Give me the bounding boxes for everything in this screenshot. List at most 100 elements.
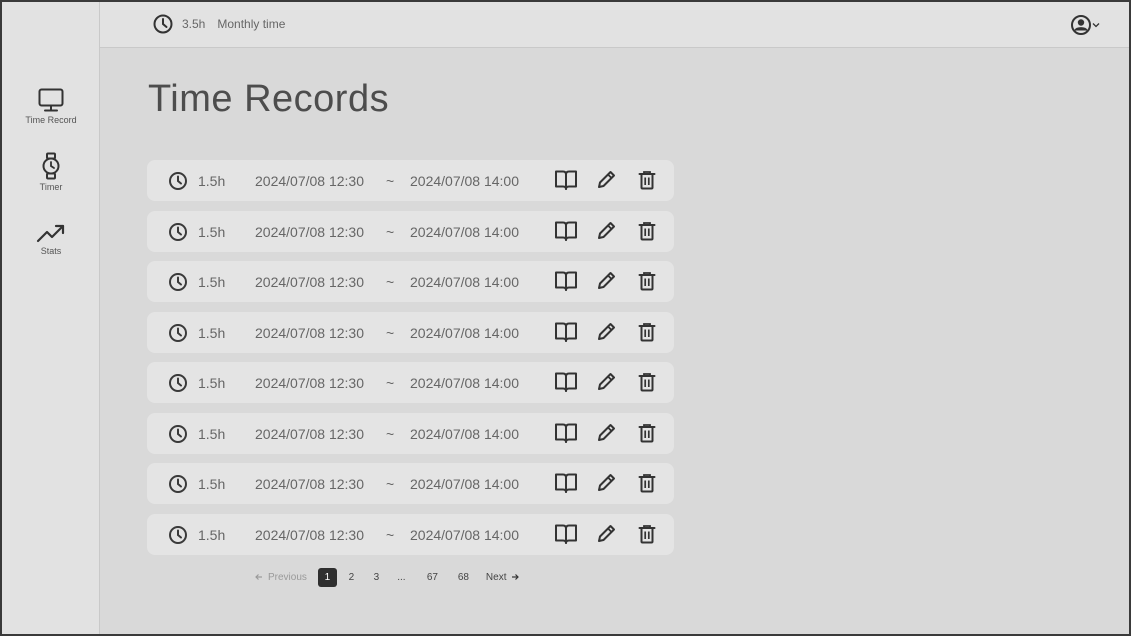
record-start-time: 2024/07/08 12:30	[255, 425, 364, 442]
time-record-row: 1.5h 2024/07/08 12:30 ~ 2024/07/08 14:00	[147, 412, 674, 454]
trash-icon[interactable]	[636, 371, 658, 393]
pencil-icon[interactable]	[595, 169, 617, 191]
sidebar-item-label: Stats	[40, 246, 62, 256]
book-open-icon[interactable]	[554, 169, 578, 191]
next-page-button[interactable]: Next	[486, 572, 521, 583]
record-duration: 1.5h	[198, 425, 226, 442]
book-open-icon[interactable]	[554, 472, 578, 494]
clock-icon	[169, 374, 187, 392]
sidebar: Time Record Timer Stats	[2, 2, 100, 634]
pagination: Previous 1 2 3 ... 67 68 Next	[254, 567, 520, 587]
pagination-ellipsis: ...	[397, 571, 406, 583]
arrow-right-icon	[512, 574, 520, 580]
pencil-icon[interactable]	[595, 422, 617, 444]
time-record-row: 1.5h 2024/07/08 12:30 ~ 2024/07/08 14:00	[147, 463, 674, 504]
time-record-list: 1.5h 2024/07/08 12:30 ~ 2024/07/08 14:00…	[147, 160, 674, 564]
monthly-time-label: Monthly time	[217, 17, 286, 31]
record-separator: ~	[386, 425, 395, 442]
sidebar-item-timer[interactable]: Timer	[2, 152, 100, 192]
next-page-label: Next	[485, 571, 507, 583]
page-button-1[interactable]: 1	[317, 567, 337, 587]
record-separator: ~	[386, 526, 395, 543]
pencil-icon[interactable]	[595, 321, 617, 343]
sidebar-item-stats[interactable]: Stats	[2, 222, 100, 256]
trash-icon[interactable]	[636, 422, 658, 444]
record-duration: 1.5h	[198, 324, 226, 341]
watch-icon	[42, 152, 60, 180]
clock-icon	[169, 525, 187, 544]
record-end-time: 2024/07/08 14:00	[410, 425, 519, 442]
record-start-time: 2024/07/08 12:30	[255, 324, 364, 341]
record-start-time: 2024/07/08 12:30	[255, 223, 364, 240]
page-button-68[interactable]: 68	[454, 568, 473, 587]
time-record-row: 1.5h 2024/07/08 12:30 ~ 2024/07/08 14:00	[147, 210, 674, 252]
book-open-icon[interactable]	[554, 270, 578, 292]
user-avatar-icon	[1071, 15, 1091, 35]
record-duration: 1.5h	[198, 375, 226, 391]
clock-icon	[169, 424, 187, 443]
book-open-icon[interactable]	[554, 321, 578, 343]
trash-icon[interactable]	[636, 472, 658, 494]
trash-icon[interactable]	[636, 169, 658, 191]
trash-icon[interactable]	[636, 220, 658, 242]
record-separator: ~	[386, 476, 395, 492]
trash-icon[interactable]	[636, 321, 658, 343]
sidebar-item-label: Time Record	[25, 115, 77, 125]
page-title: Time Records	[148, 78, 390, 120]
time-record-row: 1.5h 2024/07/08 12:30 ~ 2024/07/08 14:00	[147, 261, 674, 302]
record-end-time: 2024/07/08 14:00	[410, 324, 519, 341]
record-start-time: 2024/07/08 12:30	[255, 476, 364, 492]
record-end-time: 2024/07/08 14:00	[410, 526, 519, 543]
clock-icon	[153, 14, 173, 34]
chevron-down-icon	[1092, 23, 1100, 28]
record-duration: 1.5h	[198, 173, 226, 189]
page-button-67[interactable]: 67	[423, 568, 442, 587]
record-separator: ~	[386, 274, 395, 290]
book-open-icon[interactable]	[554, 523, 578, 545]
sidebar-item-time-record[interactable]: Time Record	[2, 87, 100, 125]
pencil-icon[interactable]	[595, 523, 617, 545]
record-duration: 1.5h	[198, 476, 226, 492]
sidebar-item-label: Timer	[39, 182, 63, 192]
book-open-icon[interactable]	[554, 422, 578, 444]
pencil-icon[interactable]	[595, 270, 617, 292]
clock-icon	[169, 475, 187, 493]
record-end-time: 2024/07/08 14:00	[410, 223, 519, 240]
time-record-row: 1.5h 2024/07/08 12:30 ~ 2024/07/08 14:00	[147, 160, 674, 201]
trash-icon[interactable]	[636, 523, 658, 545]
trash-icon[interactable]	[636, 270, 658, 292]
page-button-3[interactable]: 3	[367, 568, 386, 587]
record-separator: ~	[386, 173, 395, 189]
page-button-2[interactable]: 2	[342, 568, 361, 587]
time-record-row: 1.5h 2024/07/08 12:30 ~ 2024/07/08 14:00	[147, 513, 674, 555]
monitor-icon	[38, 88, 64, 112]
record-separator: ~	[386, 324, 395, 341]
record-separator: ~	[386, 375, 395, 391]
top-bar: 3.5h Monthly time	[100, 2, 1129, 48]
record-start-time: 2024/07/08 12:30	[255, 274, 364, 290]
time-record-row: 1.5h 2024/07/08 12:30 ~ 2024/07/08 14:00	[147, 362, 674, 403]
record-duration: 1.5h	[198, 526, 226, 543]
user-menu-button[interactable]	[1070, 14, 1100, 36]
record-end-time: 2024/07/08 14:00	[410, 476, 519, 492]
clock-icon	[169, 172, 187, 190]
record-separator: ~	[386, 223, 395, 240]
time-record-row: 1.5h 2024/07/08 12:30 ~ 2024/07/08 14:00	[147, 311, 674, 353]
record-start-time: 2024/07/08 12:30	[255, 173, 364, 189]
record-end-time: 2024/07/08 14:00	[410, 375, 519, 391]
previous-page-button[interactable]: Previous	[254, 572, 307, 583]
record-end-time: 2024/07/08 14:00	[410, 274, 519, 290]
previous-page-label: Previous	[268, 571, 307, 583]
record-duration: 1.5h	[198, 274, 226, 290]
monthly-time-summary: 3.5h Monthly time	[152, 13, 285, 35]
record-end-time: 2024/07/08 14:00	[410, 173, 519, 189]
pencil-icon[interactable]	[595, 220, 617, 242]
book-open-icon[interactable]	[554, 220, 578, 242]
clock-icon	[169, 273, 187, 291]
record-start-time: 2024/07/08 12:30	[255, 526, 364, 543]
clock-icon	[169, 323, 187, 342]
pencil-icon[interactable]	[595, 472, 617, 494]
trending-up-icon	[36, 224, 65, 243]
book-open-icon[interactable]	[554, 371, 578, 393]
pencil-icon[interactable]	[595, 371, 617, 393]
